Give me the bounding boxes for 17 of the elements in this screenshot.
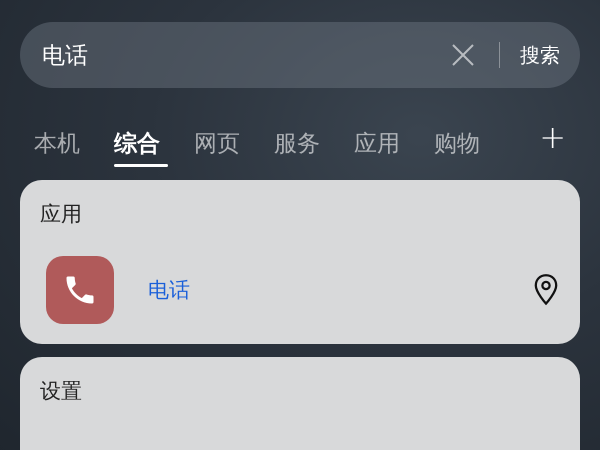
section-title: 设置 <box>40 378 83 405</box>
tab[interactable]: 应用 <box>354 120 434 168</box>
tab[interactable]: 服务 <box>274 120 354 168</box>
tab[interactable]: 综合 <box>114 120 194 168</box>
app-name-link[interactable]: 电话 <box>148 276 190 304</box>
phone-app-icon[interactable] <box>46 256 114 324</box>
clear-button[interactable] <box>451 43 475 67</box>
location-pin-icon <box>532 273 560 307</box>
tab[interactable]: 购物 <box>434 120 514 168</box>
close-icon <box>451 43 475 67</box>
tab[interactable]: 本机 <box>34 120 114 168</box>
tab[interactable]: 网页 <box>194 120 274 168</box>
location-button[interactable] <box>532 273 560 307</box>
search-button[interactable]: 搜索 <box>520 42 560 68</box>
section-title: 应用 <box>40 201 83 228</box>
search-field[interactable]: 电话 搜索 <box>20 22 580 88</box>
add-tab-button[interactable]: + <box>539 120 566 154</box>
